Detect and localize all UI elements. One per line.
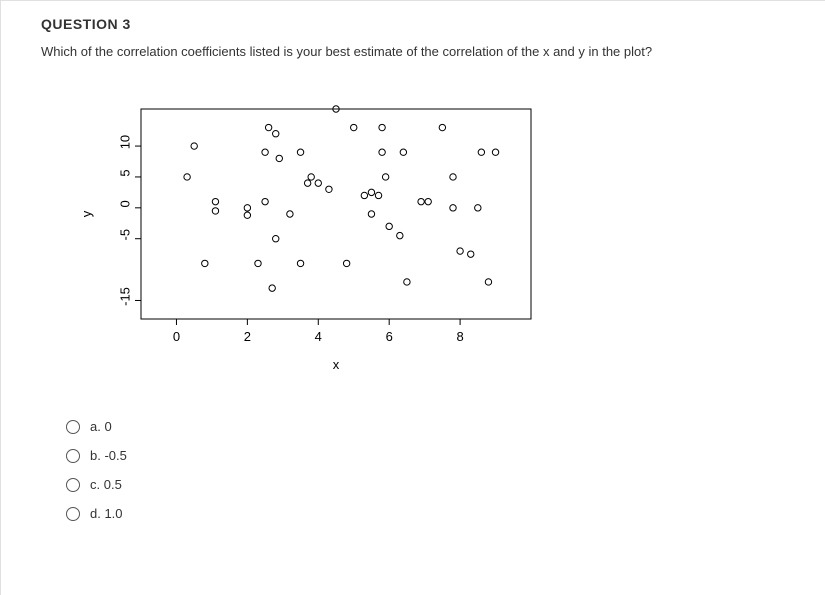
option-d-label[interactable]: d. 1.0 (90, 506, 123, 521)
option-c-radio[interactable] (66, 478, 80, 492)
svg-text:8: 8 (456, 329, 463, 344)
scatter-svg: 0 2 4 6 8 -15 -5 0 5 10 x y (61, 99, 541, 389)
option-d-radio[interactable] (66, 507, 80, 521)
option-a-radio[interactable] (66, 420, 80, 434)
option-a: a. 0 (66, 419, 795, 434)
svg-text:2: 2 (244, 329, 251, 344)
option-b: b. -0.5 (66, 448, 795, 463)
option-c: c. 0.5 (66, 477, 795, 492)
svg-text:10: 10 (118, 135, 133, 149)
options-group: a. 0 b. -0.5 c. 0.5 d. 1.0 (66, 419, 795, 521)
svg-text:0: 0 (118, 200, 133, 207)
question-text: Which of the correlation coefficients li… (41, 44, 795, 59)
scatter-chart: 0 2 4 6 8 -15 -5 0 5 10 x y (61, 99, 795, 389)
option-b-radio[interactable] (66, 449, 80, 463)
svg-text:y: y (79, 210, 94, 217)
svg-text:0: 0 (173, 329, 180, 344)
option-d: d. 1.0 (66, 506, 795, 521)
svg-text:5: 5 (118, 169, 133, 176)
option-b-label[interactable]: b. -0.5 (90, 448, 127, 463)
svg-text:-15: -15 (118, 287, 133, 306)
svg-text:x: x (333, 357, 340, 372)
question-container: QUESTION 3 Which of the correlation coef… (0, 0, 825, 595)
svg-text:4: 4 (315, 329, 322, 344)
option-a-label[interactable]: a. 0 (90, 419, 112, 434)
option-c-label[interactable]: c. 0.5 (90, 477, 122, 492)
question-title: QUESTION 3 (41, 16, 795, 32)
svg-text:6: 6 (386, 329, 393, 344)
svg-text:-5: -5 (118, 229, 133, 241)
